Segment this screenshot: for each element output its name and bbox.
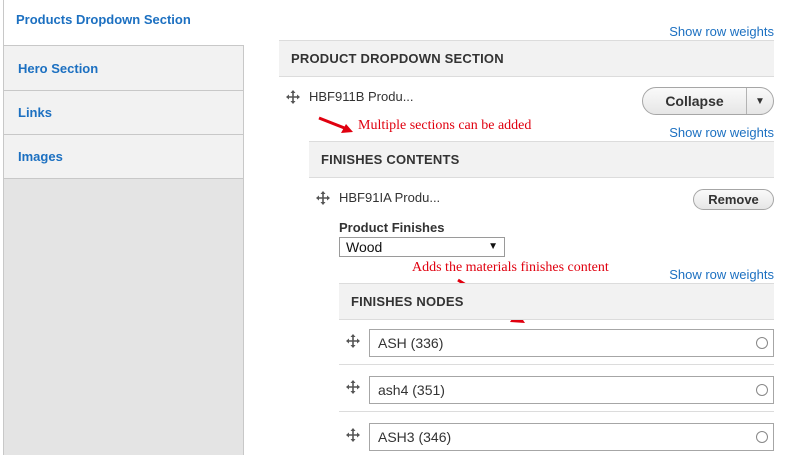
red-arrow-icon (318, 116, 353, 133)
product-dropdown-section-header: PRODUCT DROPDOWN SECTION (279, 40, 774, 77)
chevron-down-icon[interactable]: ▼ (747, 96, 773, 107)
header-label: PRODUCT DROPDOWN SECTION (291, 51, 504, 66)
autocomplete-throbber-icon (756, 431, 768, 443)
row-title: HBF911B Produ... (309, 89, 414, 104)
collapse-button[interactable]: Collapse ▼ (642, 87, 774, 115)
finish-node-autocomplete[interactable]: ASH3 (346) (369, 423, 774, 451)
header-label: FINISHES CONTENTS (321, 152, 460, 167)
drag-handle-icon[interactable] (346, 428, 360, 442)
row-divider (339, 364, 774, 365)
tab-images[interactable]: Images (4, 135, 243, 179)
annotation-multiple-sections: Multiple sections can be added (358, 118, 532, 133)
row-title: HBF91IA Produ... (339, 190, 441, 205)
autocomplete-value: ash4 (351) (378, 382, 445, 398)
finishes-nodes-header: FINISHES NODES (339, 283, 774, 320)
tab-label: Links (18, 105, 52, 120)
tab-label: Images (18, 149, 63, 164)
header-label: FINISHES NODES (351, 294, 464, 309)
finish-node-autocomplete[interactable]: ash4 (351) (369, 376, 774, 404)
drag-handle-icon[interactable] (346, 380, 360, 394)
row-divider (339, 411, 774, 412)
tab-hero-section[interactable]: Hero Section (4, 46, 243, 91)
tab-label: Products Dropdown Section (16, 12, 191, 27)
tab-products-dropdown-section[interactable]: Products Dropdown Section (4, 0, 244, 46)
select-value: Wood (346, 239, 383, 255)
remove-button[interactable]: Remove (693, 189, 774, 210)
tab-label: Hero Section (18, 60, 99, 76)
show-row-weights-link[interactable]: Show row weights (669, 267, 774, 282)
product-finishes-select[interactable]: Wood ▼ (339, 237, 505, 257)
tab-links[interactable]: Links (4, 91, 243, 135)
chevron-down-icon: ▼ (488, 241, 498, 252)
autocomplete-throbber-icon (756, 337, 768, 349)
collapse-label: Collapse (643, 88, 747, 114)
autocomplete-throbber-icon (756, 384, 768, 396)
finishes-contents-header: FINISHES CONTENTS (309, 141, 774, 178)
autocomplete-value: ASH3 (346) (378, 429, 452, 445)
autocomplete-value: ASH (336) (378, 335, 444, 351)
finish-node-autocomplete[interactable]: ASH (336) (369, 329, 774, 357)
show-row-weights-link[interactable]: Show row weights (669, 125, 774, 140)
drag-handle-icon[interactable] (316, 191, 330, 205)
show-row-weights-link[interactable]: Show row weights (669, 24, 774, 39)
vertical-tabs: Products Dropdown Section Hero Section L… (3, 0, 244, 455)
drag-handle-icon[interactable] (346, 334, 360, 348)
product-finishes-label: Product Finishes (339, 220, 445, 235)
drag-handle-icon[interactable] (286, 90, 300, 104)
annotation-adds-materials: Adds the materials finishes content (412, 260, 609, 275)
